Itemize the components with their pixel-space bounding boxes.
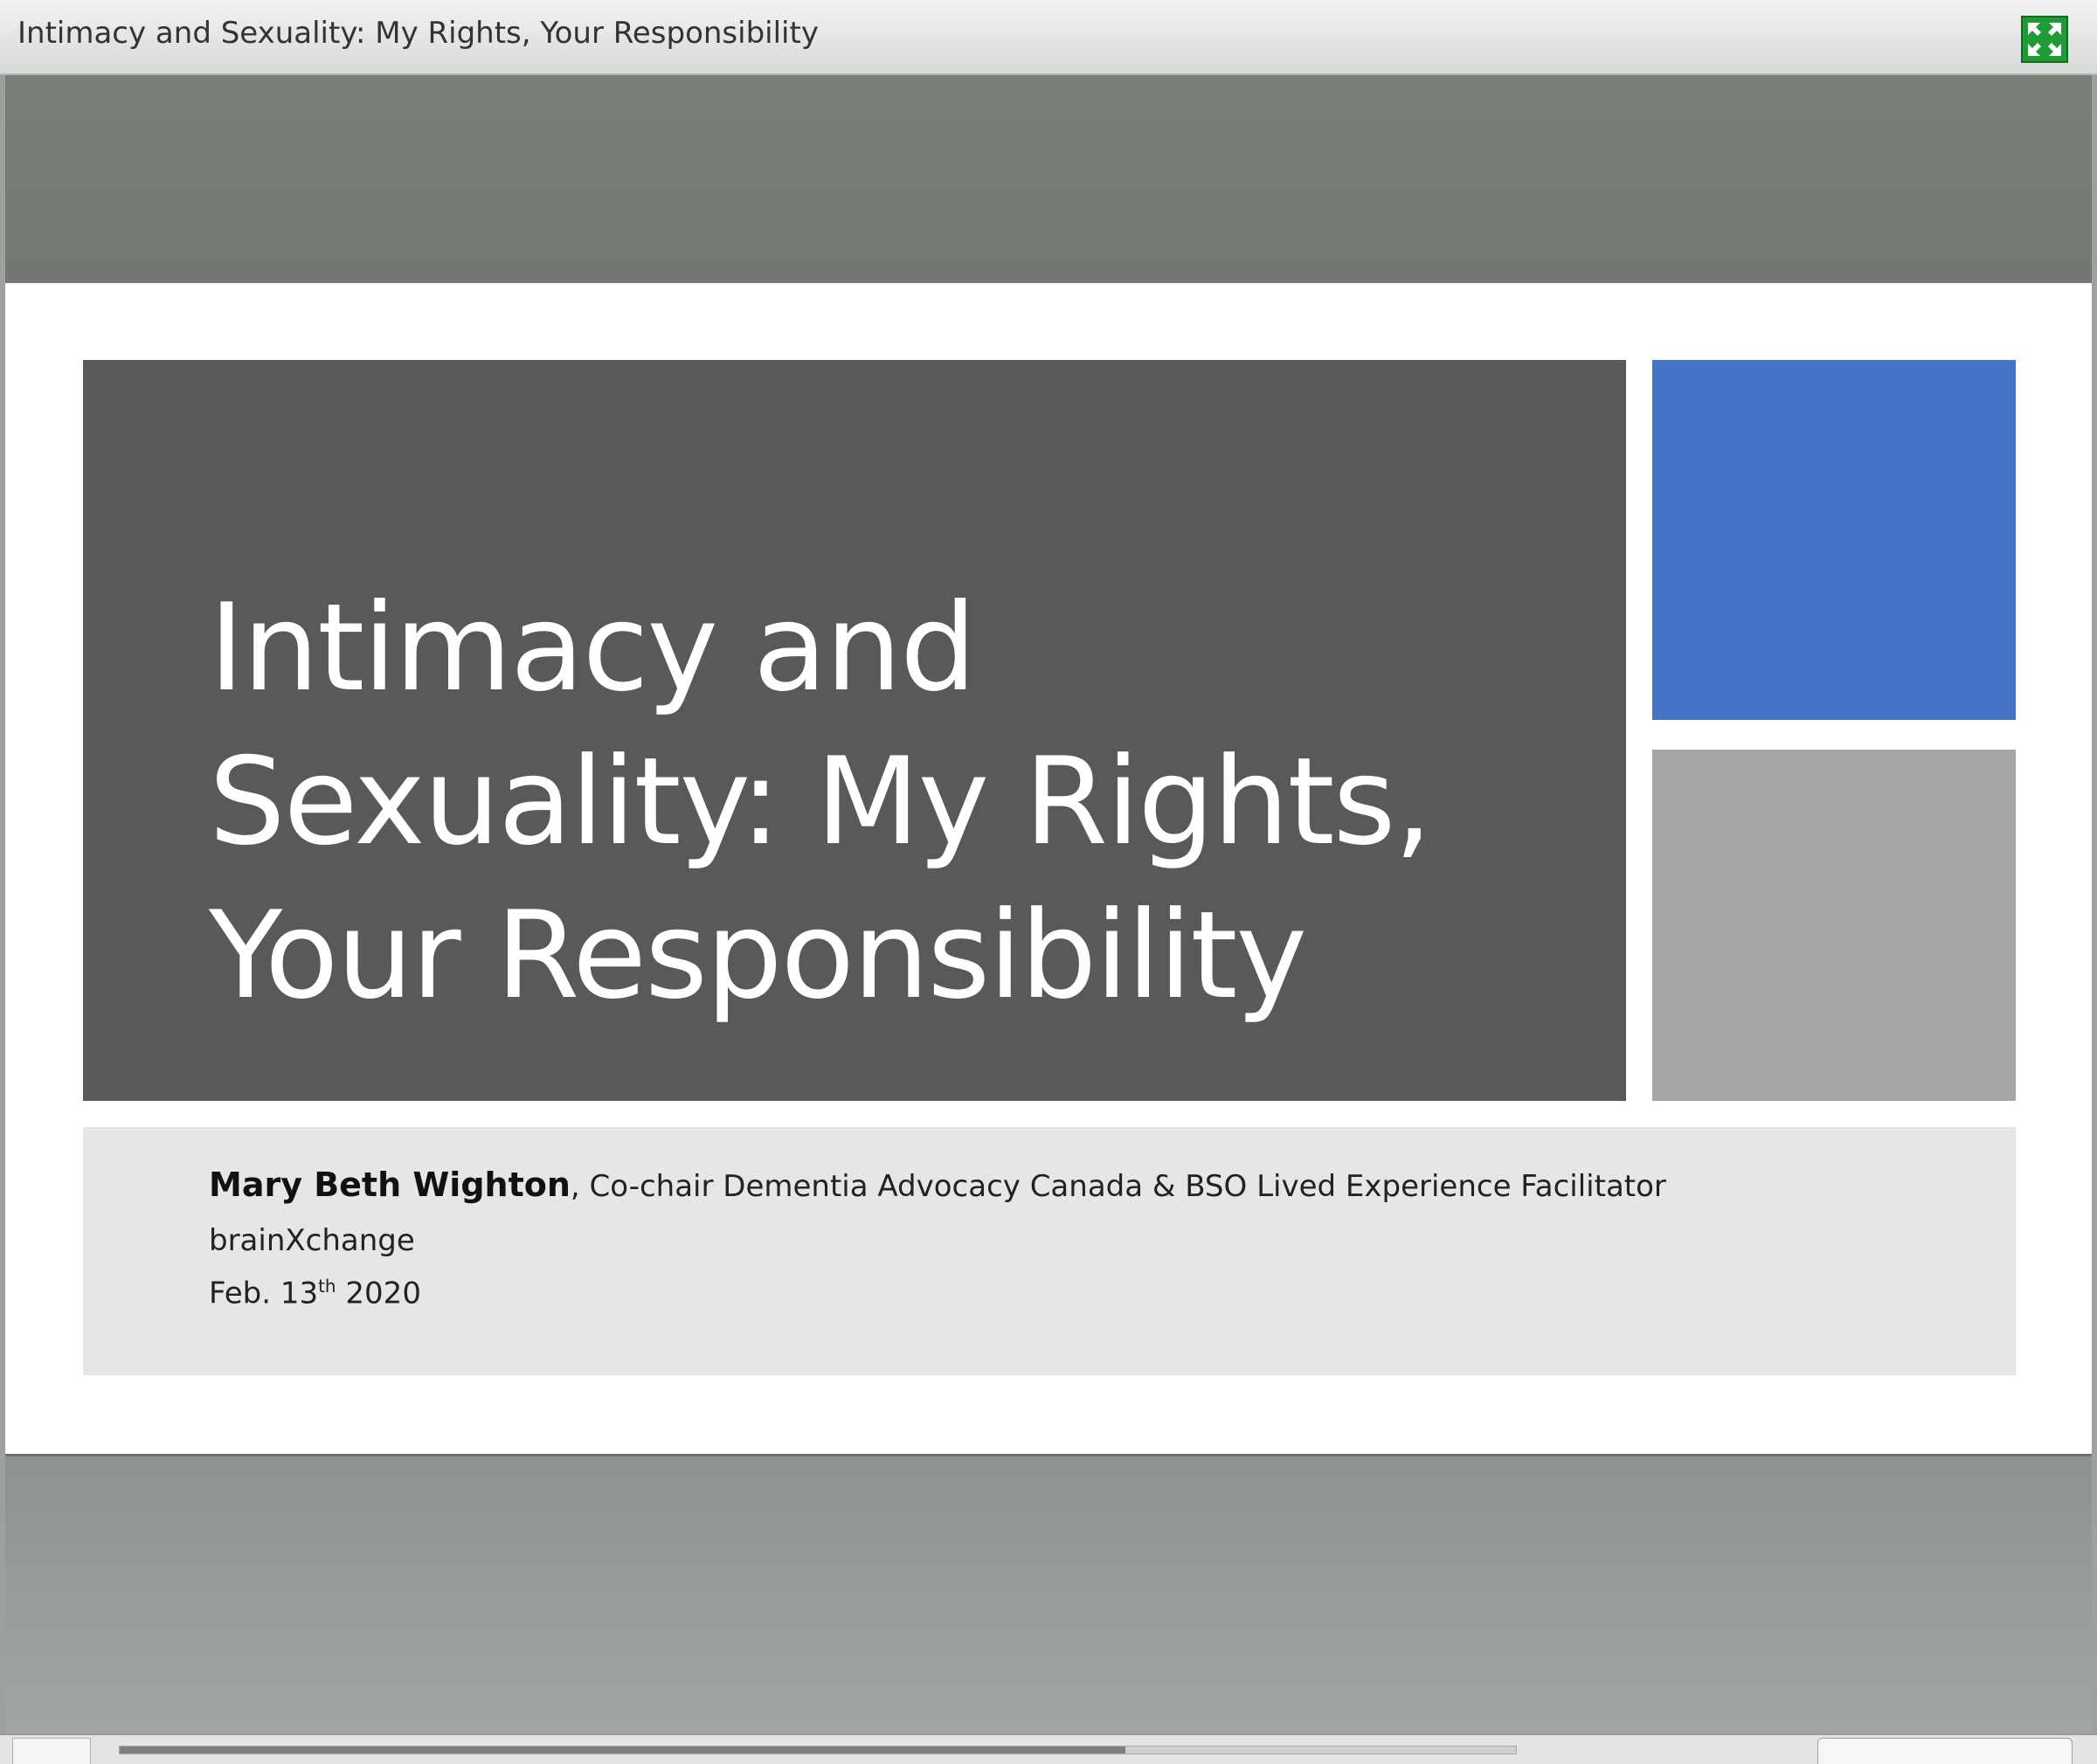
date-year: 2020 bbox=[336, 1276, 421, 1311]
player-menu-button[interactable] bbox=[1817, 1738, 2073, 1764]
presenter-role: , Co-chair Dementia Advocacy Canada & BS… bbox=[570, 1169, 1666, 1204]
window-title: Intimacy and Sexuality: My Rights, Your … bbox=[17, 16, 819, 51]
slide-bottom-margin bbox=[5, 1454, 2092, 1733]
progress-track[interactable] bbox=[119, 1746, 1517, 1754]
slide-top-margin bbox=[5, 75, 2092, 283]
title-box: Intimacy and Sexuality: My Rights, Your … bbox=[83, 360, 1626, 1101]
date-prefix: Feb. 13 bbox=[209, 1276, 319, 1311]
presenter-name: Mary Beth Wighton bbox=[209, 1166, 571, 1204]
presentation-window: Intimacy and Sexuality: My Rights, Your … bbox=[0, 0, 2097, 1764]
slide: Intimacy and Sexuality: My Rights, Your … bbox=[5, 283, 2092, 1454]
expand-button[interactable] bbox=[2021, 16, 2068, 63]
presenter-line: Mary Beth Wighton, Co-chair Dementia Adv… bbox=[209, 1166, 1666, 1204]
accent-block-gray bbox=[1652, 750, 2016, 1101]
subtitle-box: Mary Beth Wighton, Co-chair Dementia Adv… bbox=[83, 1127, 2016, 1375]
slide-title: Intimacy and Sexuality: My Rights, Your … bbox=[209, 578, 1432, 1026]
play-pause-button[interactable] bbox=[12, 1738, 91, 1764]
player-control-bar bbox=[0, 1733, 2097, 1764]
title-bar: Intimacy and Sexuality: My Rights, Your … bbox=[0, 0, 2097, 75]
expand-arrows-icon bbox=[2023, 17, 2066, 61]
presentation-date: Feb. 13th 2020 bbox=[209, 1276, 421, 1311]
date-suffix: th bbox=[318, 1276, 336, 1297]
accent-block-blue bbox=[1652, 360, 2016, 720]
organization: brainXchange bbox=[209, 1223, 415, 1258]
progress-fill bbox=[120, 1747, 1125, 1754]
